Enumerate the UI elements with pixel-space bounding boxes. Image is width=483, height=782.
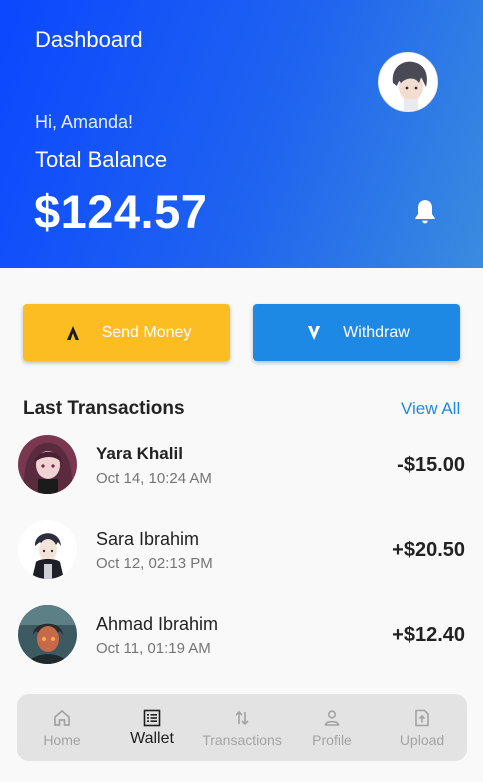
- transaction-amount: +$12.40: [392, 624, 465, 646]
- nav-label: Home: [43, 732, 81, 748]
- nav-label: Profile: [312, 732, 352, 748]
- withdraw-button[interactable]: Withdraw: [253, 304, 460, 361]
- home-icon: [54, 709, 70, 726]
- transaction-date: Oct 12, 02:13 PM: [96, 555, 213, 572]
- bottom-navigation: Home Wallet Transactions Profile Upload: [17, 694, 467, 761]
- transaction-date: Oct 11, 01:19 AM: [96, 640, 211, 657]
- transaction-amount: +$20.50: [392, 539, 465, 561]
- nav-item-upload[interactable]: Upload: [377, 694, 467, 761]
- nav-item-transactions[interactable]: Transactions: [197, 694, 287, 761]
- contact-name: Yara Khalil: [96, 444, 183, 463]
- contact-avatar: [18, 435, 77, 494]
- section-title: Last Transactions: [23, 398, 185, 419]
- upload-icon: [415, 709, 429, 727]
- bell-icon[interactable]: [412, 198, 438, 226]
- profile-icon: [324, 710, 340, 726]
- transaction-row[interactable]: Yara Khalil Oct 14, 10:24 AM -$15.00: [0, 435, 483, 505]
- nav-item-home[interactable]: Home: [17, 694, 107, 761]
- nav-label: Upload: [399, 732, 445, 748]
- transaction-amount: -$15.00: [397, 454, 465, 476]
- send-icon: [62, 322, 84, 344]
- send-money-button[interactable]: Send Money: [23, 304, 230, 361]
- transaction-date: Oct 14, 10:24 AM: [96, 470, 212, 487]
- balance-amount: $124.57: [34, 185, 208, 238]
- contact-avatar: [18, 520, 77, 579]
- user-avatar[interactable]: [378, 52, 438, 112]
- nav-item-wallet[interactable]: Wallet: [107, 694, 197, 761]
- nav-label: Transactions: [202, 732, 282, 748]
- contact-name: Sara Ibrahim: [96, 529, 200, 549]
- wallet-icon: [143, 709, 161, 727]
- nav-item-profile[interactable]: Profile: [287, 694, 377, 761]
- transactions-icon: [235, 710, 249, 726]
- page-title: Dashboard: [35, 27, 143, 52]
- contact-avatar: [18, 605, 77, 664]
- nav-label: Wallet: [130, 730, 174, 747]
- user-avatar-image: [379, 53, 437, 111]
- transaction-row[interactable]: Sara Ibrahim Oct 12, 02:13 PM +$20.50: [0, 520, 483, 590]
- view-all-link[interactable]: View All: [401, 399, 460, 419]
- withdraw-label: Withdraw: [343, 323, 410, 341]
- header-panel: Dashboard Hi, Amanda! Total Balance $124…: [0, 0, 483, 268]
- withdraw-icon: [303, 322, 325, 344]
- transaction-row[interactable]: Ahmad Ibrahim Oct 11, 01:19 AM +$12.40: [0, 605, 483, 675]
- contact-name: Ahmad Ibrahim: [96, 614, 219, 634]
- balance-label: Total Balance: [35, 147, 168, 172]
- send-money-label: Send Money: [101, 323, 192, 341]
- greeting-text: Hi, Amanda!: [35, 112, 134, 132]
